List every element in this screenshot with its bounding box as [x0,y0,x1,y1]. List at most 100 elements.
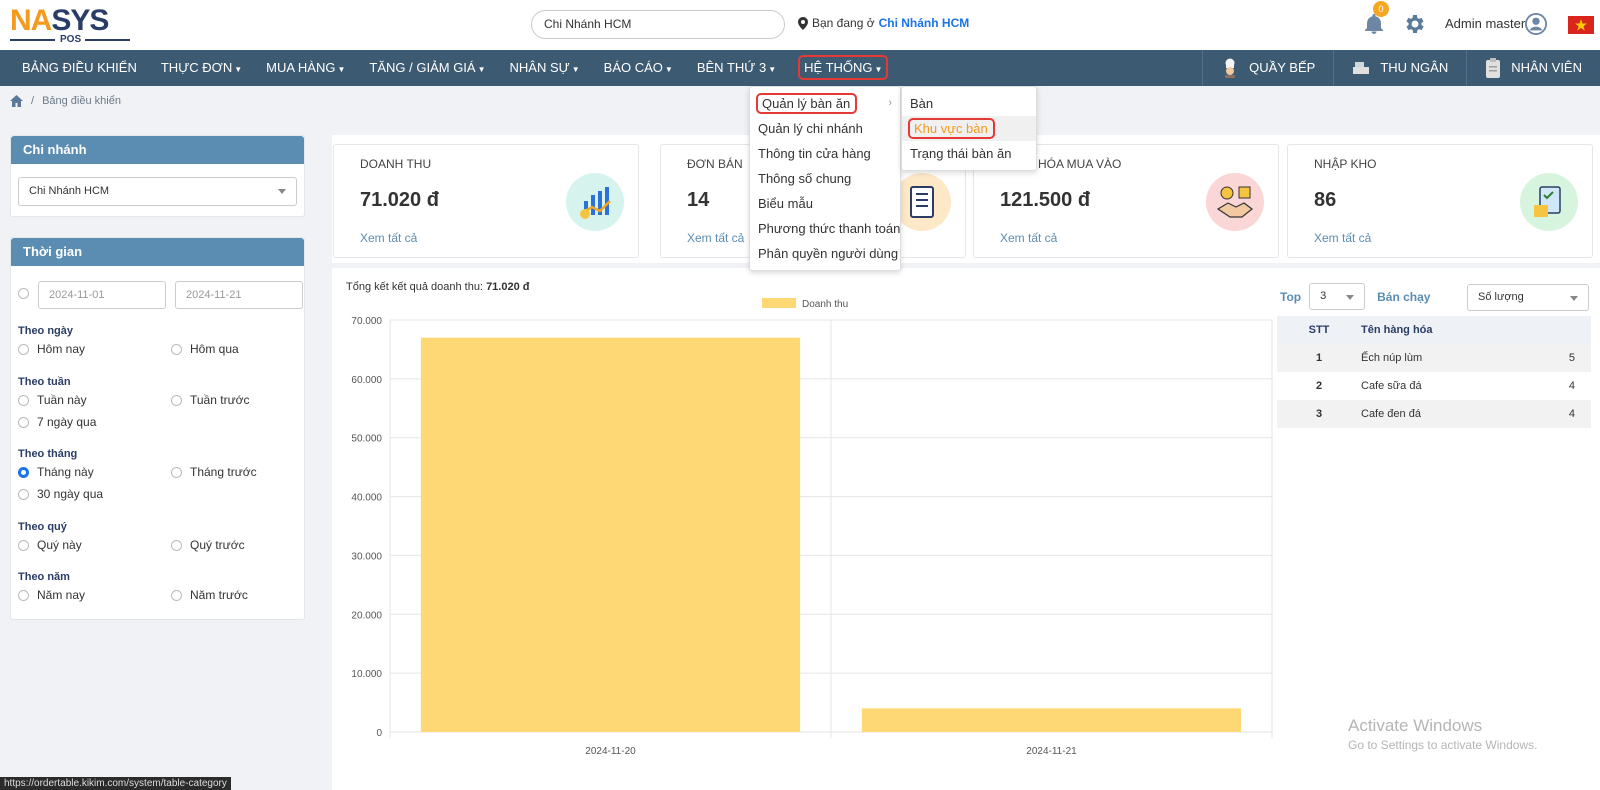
nav-label: THU NGÂN [1380,60,1449,75]
nav-staff[interactable]: NHÂN SỰ ▼ [498,50,592,86]
menu-item-label: Phương thức thanh toán [758,221,901,236]
radio-last-month[interactable]: Tháng trước [171,465,257,479]
top-count-value: 3 [1320,290,1327,302]
radio-circle [18,416,29,428]
custom-range-radio[interactable] [18,288,29,299]
date-from-input[interactable]: 2024-11-01 [38,281,166,309]
radio-this-week[interactable]: Tuần này [18,393,87,407]
user-name[interactable]: Admin master [1445,16,1525,31]
nav-employee[interactable]: NHÂN VIÊN [1466,50,1600,86]
bar-2024-11-20 [420,337,801,732]
stat-view-all-link[interactable]: Xem tất cả [1314,231,1371,245]
radio-last-week[interactable]: Tuần trước [171,393,249,407]
nasys-logo[interactable]: NASYS POS [10,4,130,45]
chef-icon [1225,58,1236,78]
nav-cashier[interactable]: THU NGÂN [1333,50,1466,86]
radio-label: 30 ngày qua [37,487,104,501]
breadcrumb-current[interactable]: Bảng điều khiển [42,95,121,107]
menu-item-payment-methods[interactable]: Phương thức thanh toán [750,216,900,241]
nav-label: NHÂN SỰ [509,60,570,75]
settings-gear-icon[interactable] [1402,12,1426,36]
branch-select[interactable]: Chi Nhánh HCM [18,177,297,206]
caret-down-icon: ▼ [234,65,243,74]
nav-reports[interactable]: BÁO CÁO ▼ [592,50,685,86]
chart-summary-value: 71.020 đ [486,281,530,293]
nav-dashboard[interactable]: BẢNG ĐIỀU KHIỂN [0,50,149,86]
top-selling-table: STT Tên hàng hóa 1 Ếch núp lùm 5 2 Cafe … [1277,316,1591,428]
branch-search-input[interactable]: Chi Nhánh HCM [531,10,785,39]
nav-label: MUA HÀNG [266,60,336,75]
radio-circle [171,394,182,406]
y-tick-label: 0 [376,728,382,739]
menu-item-label: Biểu mẫu [758,196,813,211]
row-product-name: Cafe đen đá [1361,400,1551,428]
row-product-name: Cafe sữa đá [1361,380,1422,392]
date-to-input[interactable]: 2024-11-21 [175,281,303,309]
radio-last-year[interactable]: Năm trước [171,588,248,602]
logo-sys: SYS [51,4,109,37]
menu-item-table-management[interactable]: Quản lý bàn ăn › [750,91,900,116]
nav-menu[interactable]: THỰC ĐƠN ▼ [149,50,254,86]
radio-last-7-days[interactable]: 7 ngày qua [18,415,96,429]
menu-item-branch-management[interactable]: Quản lý chi nhánh [750,116,900,141]
top-selling-controls: Top 3 Bán chạy [1280,283,1430,310]
radio-last-quarter[interactable]: Quý trước [171,538,245,552]
radio-this-month[interactable]: Tháng này [18,465,94,479]
nav-third-party[interactable]: BÊN THỨ 3 ▼ [685,50,788,86]
caret-down-icon: ▼ [477,65,486,74]
radio-last-30-days[interactable]: 30 ngày qua [18,487,103,501]
nav-discounts[interactable]: TĂNG / GIẢM GIÁ ▼ [357,50,497,86]
stat-value: 86 [1314,189,1337,211]
user-avatar-icon[interactable] [1525,13,1547,35]
radio-today[interactable]: Hôm nay [18,342,85,356]
radio-circle [171,343,182,355]
home-icon[interactable] [10,95,23,107]
y-tick-label: 70.000 [351,316,382,327]
nav-kitchen[interactable]: QUẦY BẾP [1202,50,1333,86]
group-label-month: Theo tháng [18,448,78,460]
stat-view-all-link[interactable]: Xem tất cả [1000,231,1057,245]
breadcrumb: / Bảng điều khiển [10,95,121,107]
column-header-stt: STT [1277,316,1361,344]
submenu-item-table[interactable]: Bàn [902,91,1036,116]
stat-view-all-link[interactable]: Xem tất cả [360,231,417,245]
chevron-down-icon [1346,295,1355,300]
watermark-subtitle: Go to Settings to activate Windows. [1348,738,1538,752]
y-tick-label: 60.000 [351,375,382,386]
table-management-submenu: Bàn Khu vực bàn Trạng thái bàn ăn [901,86,1037,171]
menu-item-label: Khu vực bàn [908,118,995,139]
radio-circle [171,466,182,478]
y-tick-label: 30.000 [351,551,382,562]
menu-item-user-permissions[interactable]: Phân quyền người dùng [750,241,900,266]
stat-value: 121.500 đ [1000,189,1091,211]
sort-by-select[interactable]: Số lượng [1467,284,1589,311]
nav-purchasing[interactable]: MUA HÀNG ▼ [254,50,357,86]
radio-yesterday[interactable]: Hôm qua [171,342,239,356]
legend-swatch [762,298,796,308]
radio-circle [18,589,29,601]
chart-summary-prefix: Tổng kết kết quả doanh thu: [346,281,483,293]
row-stt: 2 [1315,380,1323,392]
table-row[interactable]: 2 Cafe sữa đá 4 [1277,372,1591,400]
radio-label: Tháng trước [190,465,257,479]
radio-this-quarter[interactable]: Quý này [18,538,82,552]
caret-down-icon: ▼ [337,65,346,74]
vietnam-flag-icon[interactable] [1568,16,1594,34]
submenu-item-table-status[interactable]: Trạng thái bàn ăn [902,141,1036,166]
menu-item-store-info[interactable]: Thông tin cửa hàng [750,141,900,166]
stat-title: DOANH THU [360,157,432,171]
table-row[interactable]: 1 Ếch núp lùm 5 [1277,344,1591,372]
top-count-select[interactable]: 3 [1309,283,1366,310]
table-row[interactable]: 3 Cafe đen đá 4 [1277,400,1591,428]
menu-item-label: Bàn [910,96,934,111]
menu-item-general-settings[interactable]: Thông số chung [750,166,900,191]
nav-right-group: QUẦY BẾP THU NGÂN NHÂN VIÊN [1202,50,1600,86]
radio-circle-selected [18,466,29,478]
radio-this-year[interactable]: Năm nay [18,588,85,602]
stat-view-all-link[interactable]: Xem tất cả [687,231,744,245]
nav-system[interactable]: HỆ THỐNG ▼ [788,50,898,86]
submenu-item-table-area[interactable]: Khu vực bàn [902,116,1036,141]
row-quantity: 5 [1551,344,1591,372]
menu-item-templates[interactable]: Biểu mẫu [750,191,900,216]
breadcrumb-separator: / [31,95,35,107]
